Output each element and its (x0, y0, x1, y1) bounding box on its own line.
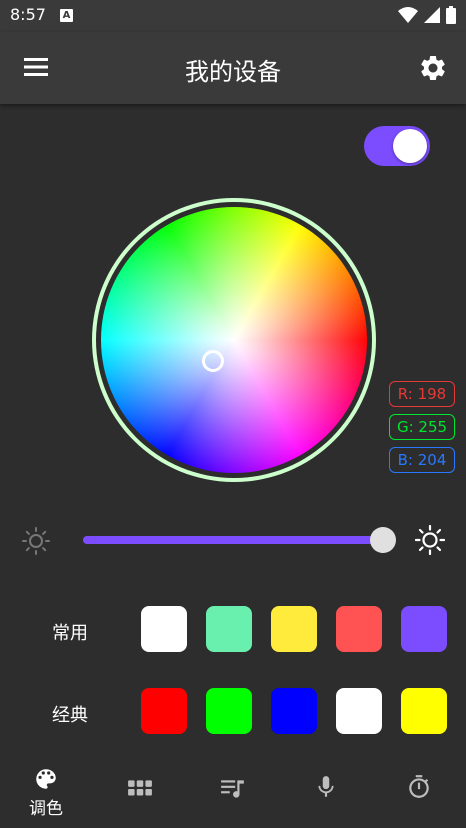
battery-icon (446, 6, 456, 24)
red-value[interactable]: R: 198 (389, 381, 455, 407)
classic-color-swatch[interactable] (141, 688, 187, 734)
timer-icon (409, 775, 429, 798)
grid-icon (128, 780, 152, 796)
nav-music[interactable] (193, 756, 273, 828)
common-color-swatch[interactable] (206, 606, 252, 652)
nav-scenes[interactable] (100, 756, 180, 828)
common-color-swatch[interactable] (141, 606, 187, 652)
green-value[interactable]: G: 255 (389, 414, 455, 440)
status-icons (398, 6, 456, 24)
brightness-slider-thumb[interactable] (370, 527, 396, 553)
nav-timer[interactable] (379, 756, 459, 828)
status-bar: 8:57 A (0, 0, 466, 32)
nav-palette-label: 调色 (29, 799, 63, 819)
nav-palette[interactable]: 调色 (6, 756, 86, 828)
common-colors-label: 常用 (52, 623, 88, 644)
common-color-swatch[interactable] (271, 606, 317, 652)
playlist-music-icon (221, 780, 244, 798)
notification-icon: A (60, 9, 73, 22)
color-picker-handle[interactable] (202, 350, 224, 372)
classic-color-swatch[interactable] (401, 688, 447, 734)
page-title: 我的设备 (185, 58, 281, 86)
status-time: 8:57 (10, 5, 46, 24)
microphone-icon (318, 776, 334, 797)
classic-color-swatch[interactable] (336, 688, 382, 734)
nav-microphone[interactable] (286, 756, 366, 828)
brightness-slider[interactable] (83, 536, 383, 544)
classic-color-swatch[interactable] (206, 688, 252, 734)
settings-icon[interactable] (418, 53, 448, 83)
wifi-icon (398, 7, 418, 23)
app-bar: 我的设备 (0, 32, 466, 104)
power-toggle[interactable] (364, 126, 430, 166)
color-wheel[interactable] (101, 207, 367, 473)
brightness-high-icon (415, 525, 445, 555)
brightness-low-icon (22, 527, 50, 555)
color-wheel-ring (92, 198, 376, 482)
palette-icon (36, 769, 56, 789)
bottom-nav: 调色 (0, 756, 466, 828)
blue-value[interactable]: B: 204 (389, 447, 455, 473)
classic-colors-label: 经典 (52, 705, 88, 726)
toggle-knob (393, 129, 427, 163)
common-color-swatch[interactable] (401, 606, 447, 652)
classic-color-swatch[interactable] (271, 688, 317, 734)
common-color-swatch[interactable] (336, 606, 382, 652)
signal-icon (424, 7, 440, 23)
